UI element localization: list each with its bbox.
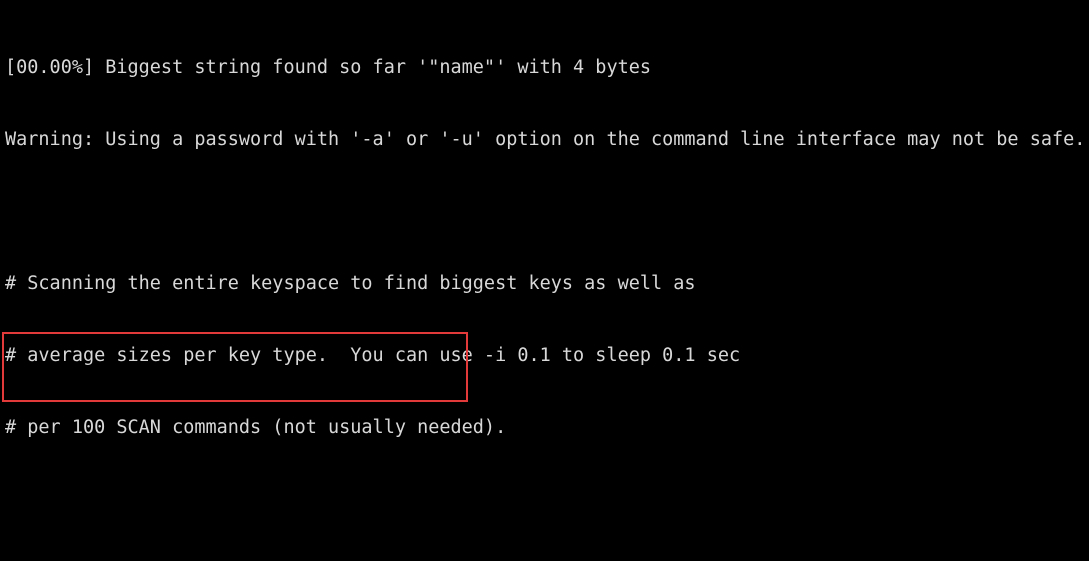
terminal-line-comment-scanning: # Scanning the entire keyspace to find b…: [5, 273, 696, 294]
terminal-line: [00.00%] Biggest string found so far '"n…: [5, 57, 652, 78]
terminal-output: [00.00%] Biggest string found so far '"n…: [5, 0, 1085, 561]
terminal-line-comment-scan: # per 100 SCAN commands (not usually nee…: [5, 417, 507, 438]
terminal-window[interactable]: [00.00%] Biggest string found so far '"n…: [0, 0, 1089, 561]
terminal-line-comment-average: # average sizes per key type. You can us…: [5, 345, 741, 366]
terminal-line-warning: Warning: Using a password with '-a' or '…: [5, 129, 1086, 150]
